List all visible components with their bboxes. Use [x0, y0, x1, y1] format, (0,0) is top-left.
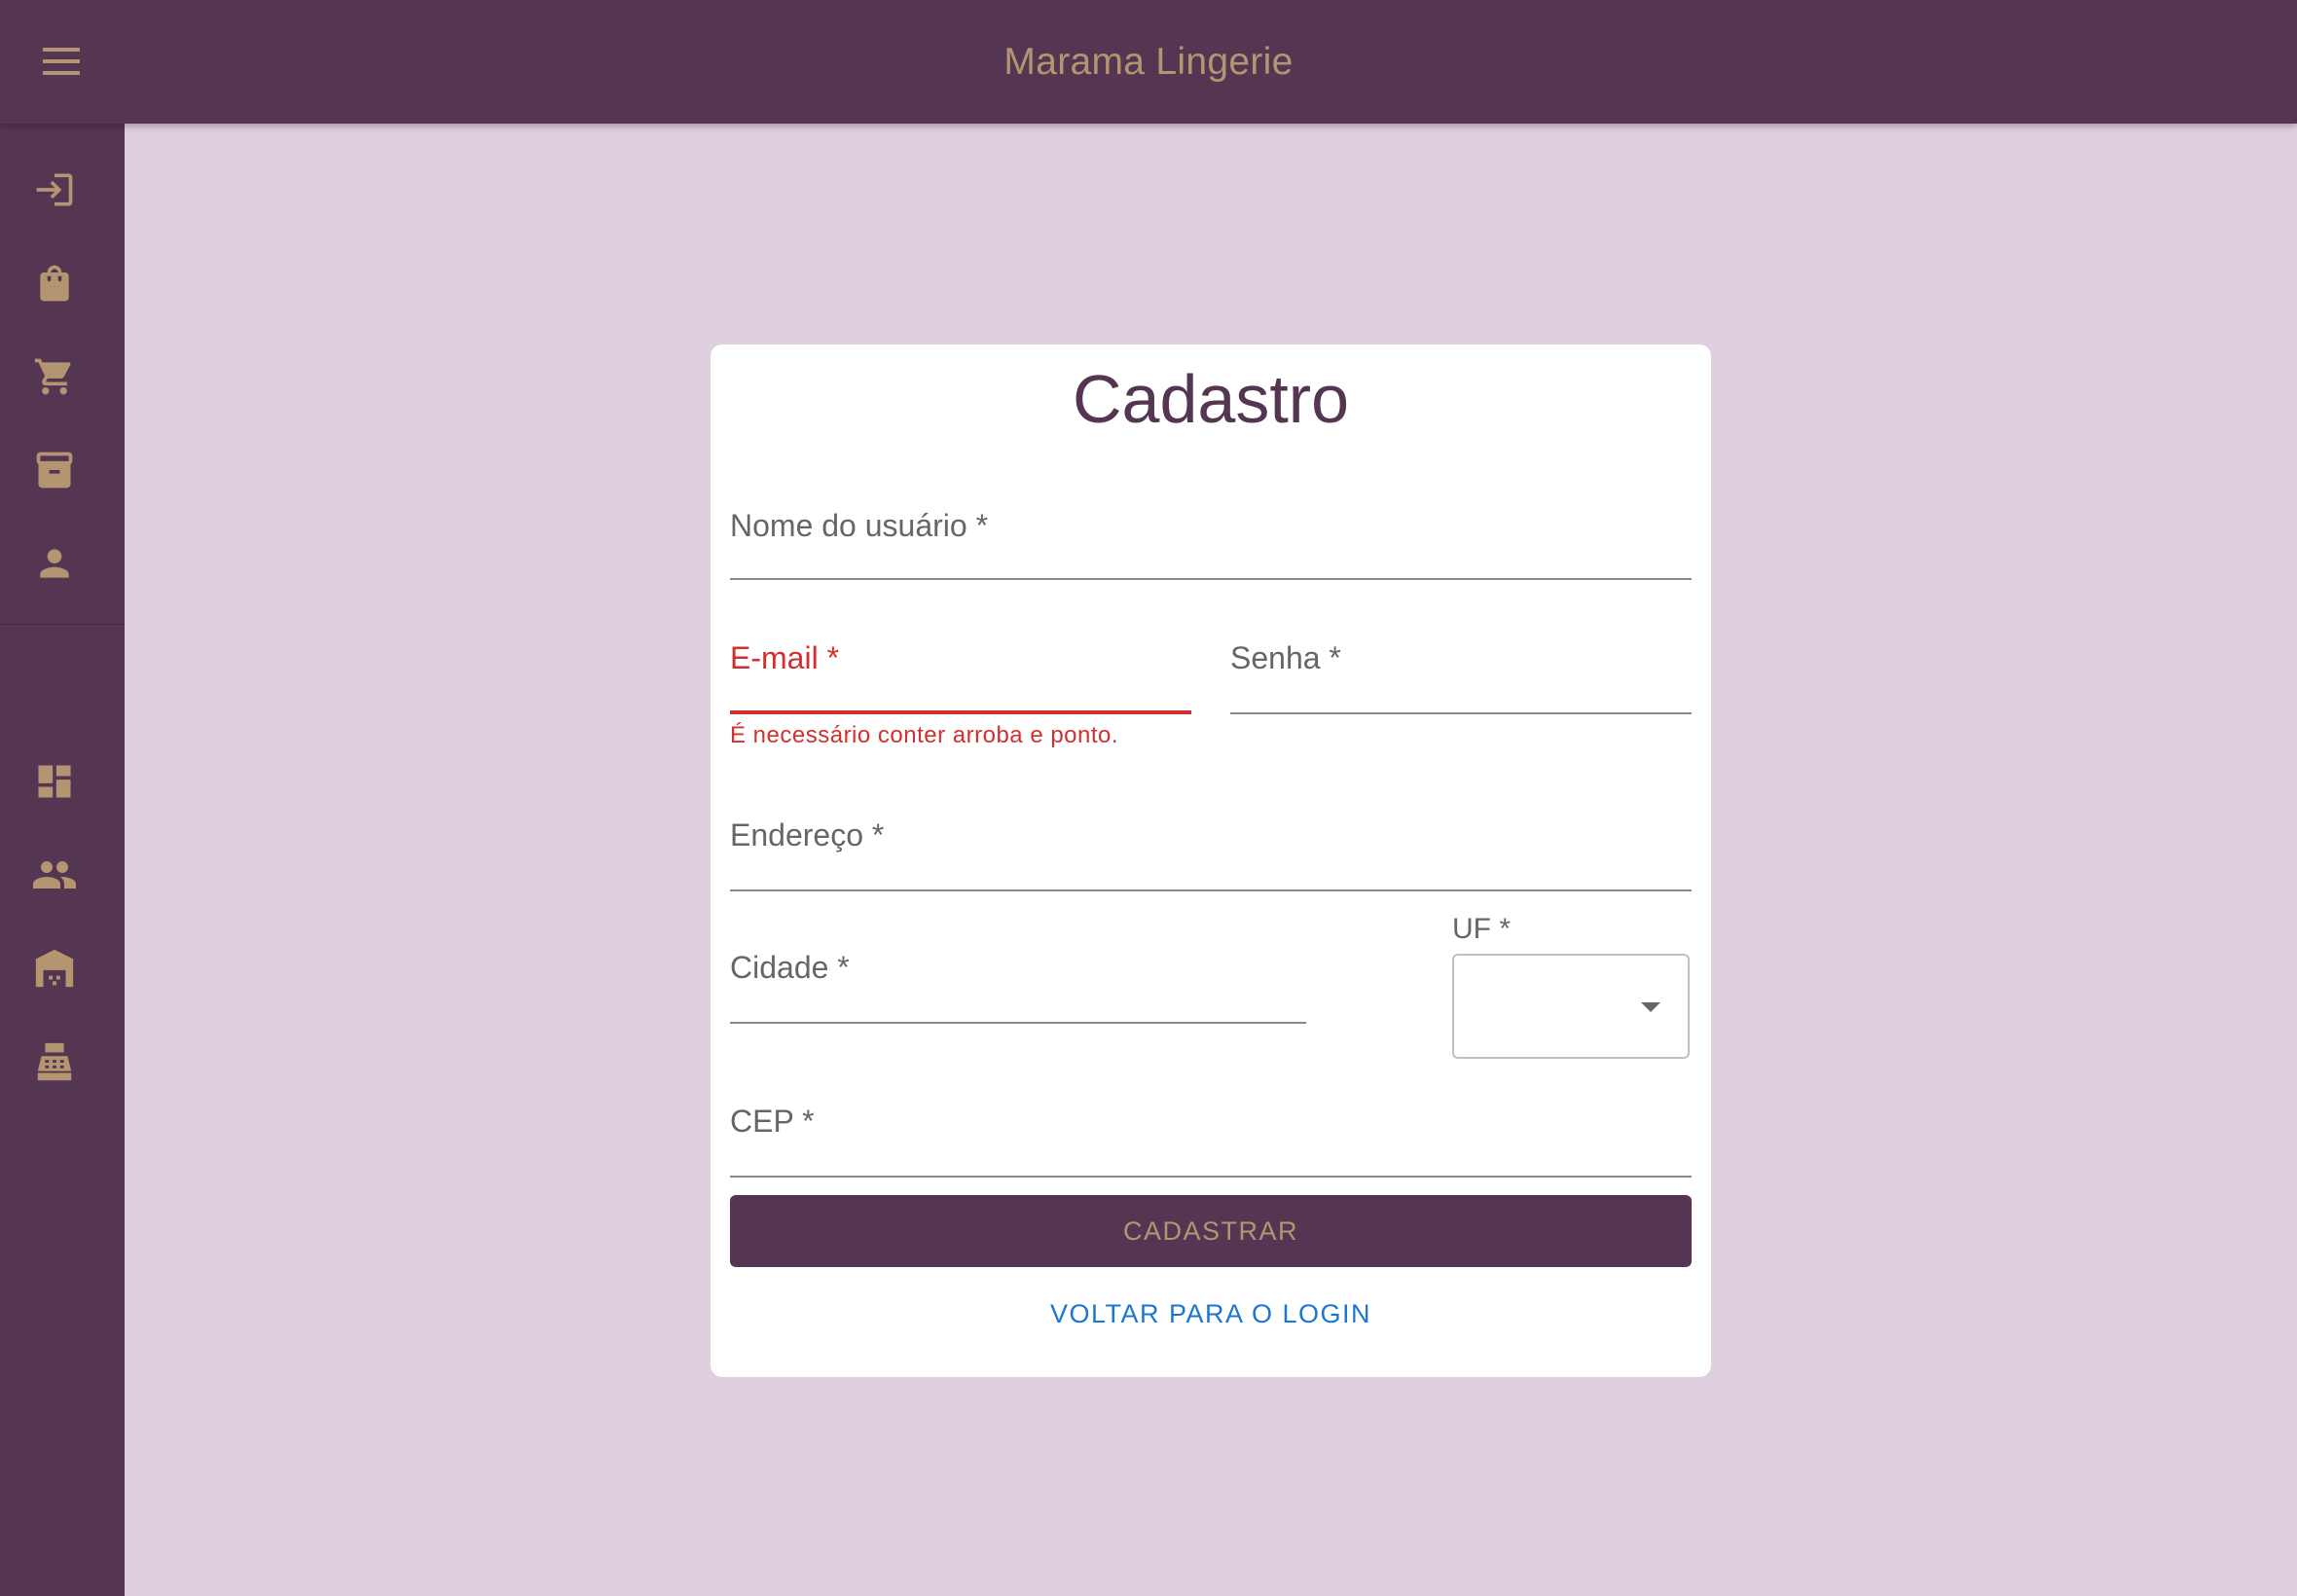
- cash-register-icon: [37, 1042, 72, 1081]
- dropdown-arrow-icon: [1641, 1002, 1660, 1012]
- shopping-bag-icon: [40, 265, 69, 302]
- password-underline: [1230, 712, 1692, 714]
- city-field[interactable]: Cidade *: [730, 950, 1306, 1024]
- register-card: Cadastro Nome do usuário * E-mail * É ne…: [711, 345, 1711, 1377]
- archive-icon: [36, 452, 73, 489]
- menu-icon: [43, 48, 80, 75]
- sidebar-item-warehouse[interactable]: [0, 929, 109, 1007]
- sidebar-item-profile[interactable]: [0, 525, 109, 602]
- sidebar-item-dashboard[interactable]: [0, 743, 109, 820]
- sidebar-divider: [0, 624, 125, 625]
- sidebar-item-login[interactable]: [0, 151, 109, 229]
- app-title: Marama Lingerie: [1003, 40, 1294, 83]
- username-label: Nome do usuário *: [730, 508, 989, 543]
- cep-underline: [730, 1176, 1692, 1178]
- cep-field[interactable]: CEP *: [730, 1104, 1692, 1178]
- back-to-login-link[interactable]: VOLTAR PARA O LOGIN: [711, 1285, 1711, 1343]
- sidebar: [0, 124, 125, 1596]
- password-field[interactable]: Senha *: [1230, 640, 1692, 714]
- uf-select[interactable]: [1452, 954, 1690, 1059]
- email-underline: [730, 710, 1191, 714]
- person-icon: [40, 549, 69, 578]
- city-underline: [730, 1022, 1306, 1024]
- warehouse-icon: [35, 949, 74, 988]
- city-label: Cidade *: [730, 950, 850, 985]
- address-underline: [730, 889, 1692, 891]
- email-label: E-mail *: [730, 640, 840, 675]
- password-label: Senha *: [1230, 640, 1341, 675]
- register-button[interactable]: CADASTRAR: [730, 1195, 1692, 1267]
- sidebar-item-cart[interactable]: [0, 338, 109, 416]
- email-error-text: É necessário conter arroba e ponto.: [730, 722, 1119, 748]
- address-label: Endereço *: [730, 817, 885, 852]
- username-field[interactable]: Nome do usuário *: [730, 508, 1692, 580]
- sidebar-item-clients[interactable]: [0, 836, 109, 914]
- sidebar-item-archive[interactable]: [0, 431, 109, 509]
- sidebar-item-cash-register[interactable]: [0, 1023, 109, 1101]
- menu-button[interactable]: [27, 27, 95, 95]
- sidebar-item-products[interactable]: [0, 244, 109, 322]
- dashboard-icon: [38, 765, 71, 798]
- page-title: Cadastro: [1072, 361, 1350, 437]
- app-bar: Marama Lingerie: [0, 0, 2297, 124]
- address-field[interactable]: Endereço *: [730, 817, 1692, 891]
- uf-label: UF *: [1452, 913, 1511, 945]
- people-icon: [33, 861, 76, 889]
- username-underline: [730, 578, 1692, 580]
- email-field[interactable]: E-mail *: [730, 640, 1191, 714]
- login-icon: [36, 173, 73, 206]
- shopping-cart-icon: [34, 358, 71, 395]
- cep-label: CEP *: [730, 1104, 815, 1139]
